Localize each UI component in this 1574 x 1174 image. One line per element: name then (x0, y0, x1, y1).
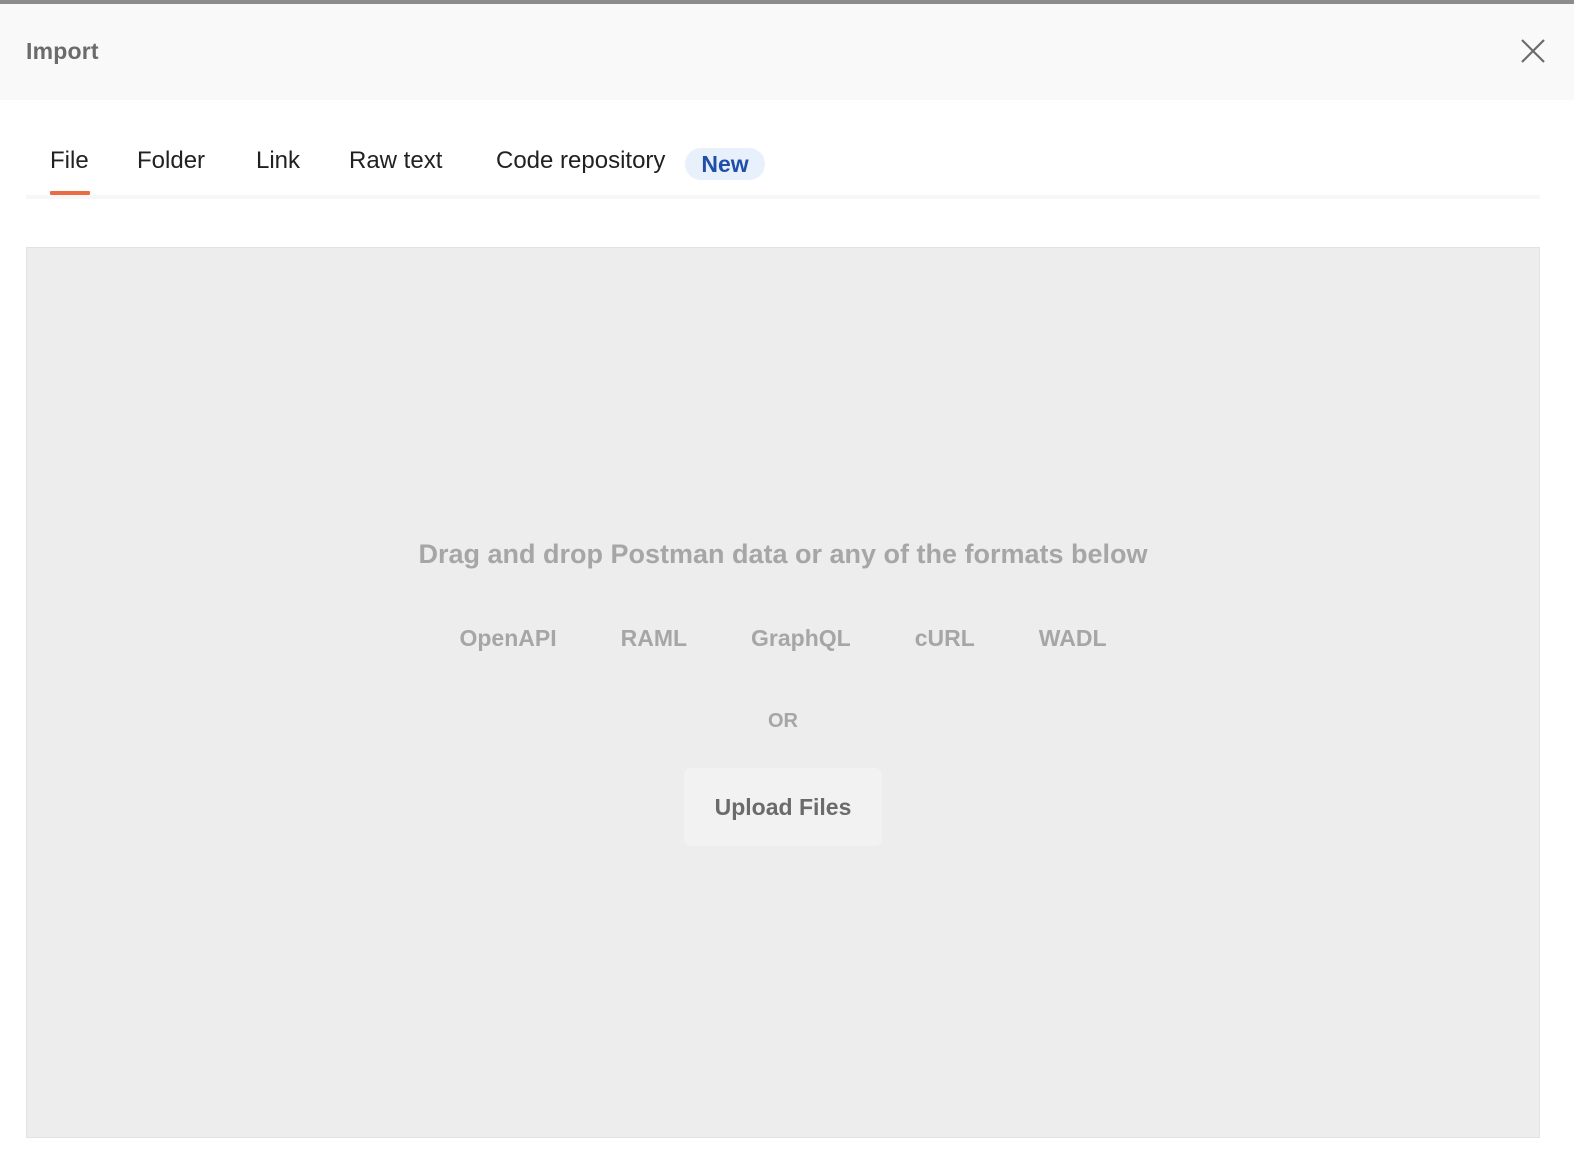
tab-link[interactable]: Link (256, 147, 300, 175)
format-wadl: WADL (1038, 625, 1107, 651)
format-graphql: GraphQL (751, 625, 851, 651)
tab-raw-text[interactable]: Raw text (349, 147, 442, 175)
or-separator: OR (768, 710, 798, 732)
dropzone-title: Drag and drop Postman data or any of the… (418, 539, 1148, 569)
dialog-header: Import (0, 4, 1574, 100)
tab-folder[interactable]: Folder (137, 147, 205, 175)
import-tabs: File Folder Link Raw text Code repositor… (26, 100, 1540, 200)
format-list: OpenAPI RAML GraphQL cURL WADL (27, 625, 1539, 652)
close-button[interactable] (1518, 36, 1548, 66)
tabs-divider (26, 195, 1540, 199)
tab-code-repository[interactable]: Code repository (496, 147, 665, 175)
tab-file[interactable]: File (50, 147, 89, 175)
upload-files-button[interactable]: Upload Files (684, 768, 882, 846)
file-dropzone[interactable]: Drag and drop Postman data or any of the… (26, 247, 1540, 1138)
new-badge: New (685, 148, 765, 180)
format-curl: cURL (914, 625, 975, 651)
format-raml: RAML (620, 625, 688, 651)
dialog-title: Import (26, 38, 99, 64)
format-openapi: OpenAPI (459, 625, 557, 651)
close-icon (1521, 39, 1545, 63)
